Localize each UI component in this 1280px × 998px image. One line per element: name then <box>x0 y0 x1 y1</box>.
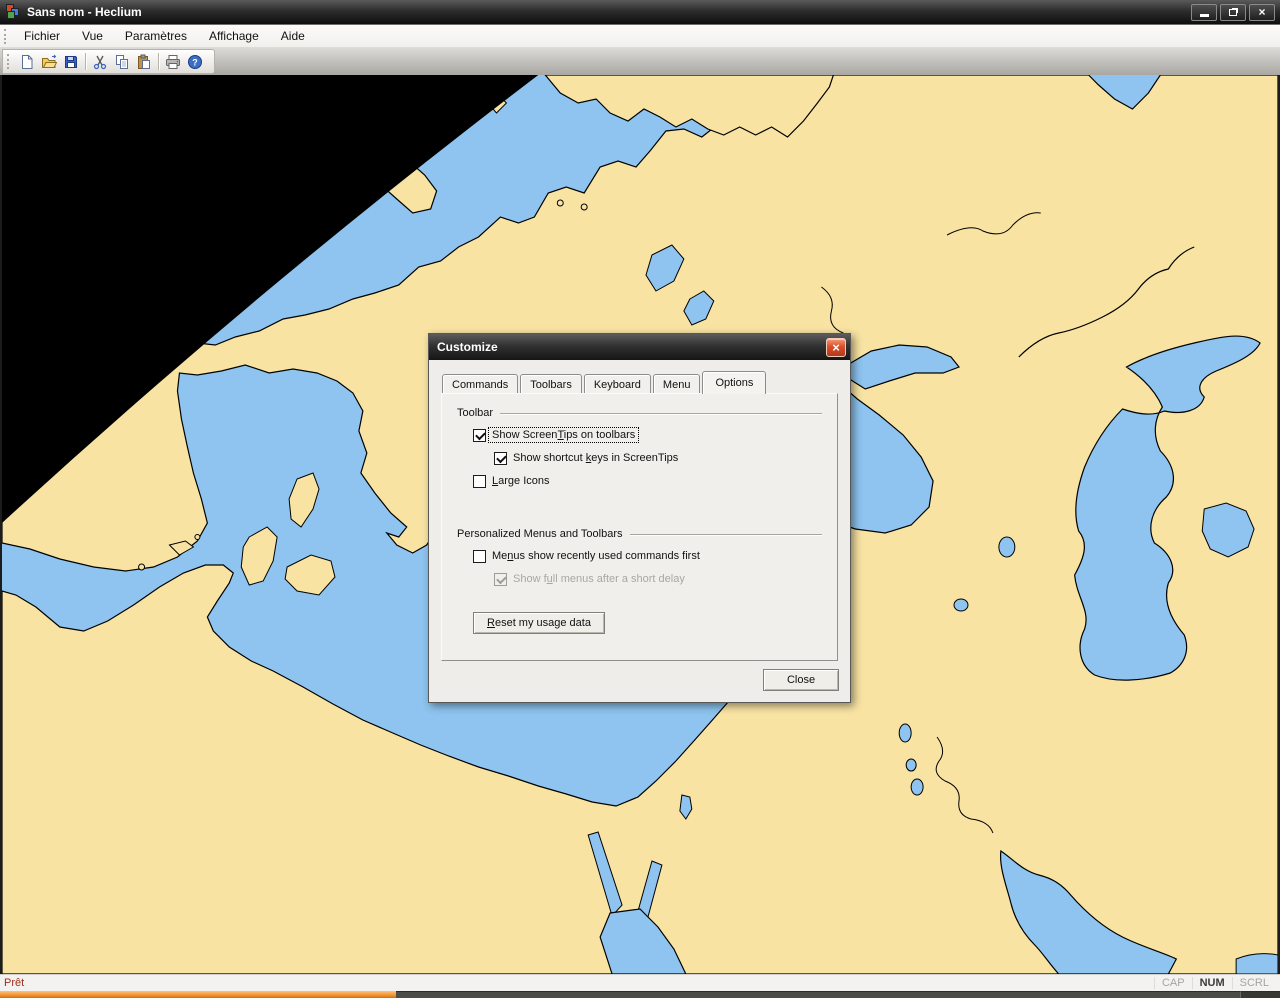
menu-item-fichier[interactable]: Fichier <box>13 26 71 46</box>
save-icon <box>65 55 77 68</box>
print-icon <box>166 54 180 69</box>
app-icon <box>5 4 21 20</box>
gulf-of-oman <box>1235 953 1278 974</box>
copy-button[interactable] <box>111 51 133 72</box>
group-divider <box>500 412 822 414</box>
tab-options[interactable]: Options <box>702 371 767 394</box>
group-personalized-label: Personalized Menus and Toolbars <box>457 528 623 540</box>
checkbox-row: Show ScreenTips on toolbars <box>473 427 822 443</box>
keylock-indicator-scrl: SCRL <box>1231 977 1276 989</box>
options-tab-page: Toolbar Show ScreenTips on toolbars Show … <box>441 393 838 661</box>
keylock-indicator-num: NUM <box>1191 977 1232 989</box>
restore-icon <box>1229 8 1237 16</box>
group-toolbar: Toolbar <box>457 407 822 419</box>
window-title: Sans nom - Heclium <box>27 5 142 19</box>
lake <box>898 723 912 743</box>
checkbox-label[interactable]: Large Icons <box>489 474 553 488</box>
land-island <box>138 563 146 571</box>
checkbox[interactable] <box>473 549 486 563</box>
checkbox-label[interactable]: Show shortcut keys in ScreenTips <box>510 451 681 465</box>
toolbar-separator <box>85 53 86 70</box>
lake-urmia <box>998 536 1016 558</box>
tab-keyboard[interactable]: Keyboard <box>583 374 651 393</box>
customize-dialog: Customize × Commands Toolbars Keyboard Menu… <box>428 333 851 703</box>
tab-menu[interactable]: Menu <box>652 374 701 393</box>
menu-grip[interactable] <box>4 28 9 44</box>
minimize-icon <box>1199 14 1209 17</box>
checkbox-row: Show full menus after a short delay <box>494 572 822 586</box>
bottom-edge-corner <box>1240 991 1280 998</box>
svg-text:?: ? <box>192 57 198 67</box>
toolbar-separator <box>158 53 159 70</box>
restore-button[interactable] <box>1220 3 1246 21</box>
close-window-button[interactable]: × <box>1249 3 1275 21</box>
bottom-edge-orange <box>0 991 396 998</box>
print-button[interactable] <box>162 51 184 72</box>
bottom-edge-dark <box>396 991 1240 998</box>
lake-van <box>953 598 969 612</box>
dialog-tab-strip: Commands Toolbars Keyboard Menu Options <box>429 360 850 394</box>
paste-button[interactable] <box>133 51 155 72</box>
dialog-title-bar[interactable]: Customize × <box>429 334 850 360</box>
application-window: { "window": { "title": "Sans nom - Hecli… <box>0 0 1280 998</box>
title-bar: Sans nom - Heclium × <box>0 0 1280 25</box>
checkbox[interactable] <box>473 428 486 442</box>
minimize-button[interactable] <box>1191 3 1217 21</box>
tab-toolbars[interactable]: Toolbars <box>520 374 582 393</box>
status-bar: Prêt CAP NUM SCRL <box>0 974 1280 991</box>
menu-item-paramtres[interactable]: Paramètres <box>114 26 198 46</box>
keylock-indicator-cap: CAP <box>1153 977 1192 989</box>
checkbox-row: Large Icons <box>473 474 822 488</box>
checkbox-row: Menus show recently used commands first <box>473 549 822 563</box>
checkbox-row: Show shortcut keys in ScreenTips <box>494 451 822 465</box>
new-document-icon <box>22 54 33 69</box>
lake <box>905 758 917 772</box>
group-personalized: Personalized Menus and Toolbars <box>457 528 822 540</box>
reset-usage-button[interactable]: Reset my usage data <box>473 612 605 634</box>
help-button[interactable]: ? <box>184 51 206 72</box>
checkbox[interactable] <box>473 474 486 488</box>
help-icon: ? <box>188 54 202 69</box>
open-file-button[interactable] <box>38 51 60 72</box>
land-island <box>194 534 201 540</box>
copy-icon <box>116 54 128 69</box>
checkbox-label[interactable]: Menus show recently used commands first <box>489 549 703 563</box>
land-island <box>580 203 588 211</box>
toolbar-row: ? <box>0 48 1280 75</box>
checkbox <box>494 572 507 586</box>
menu-item-aide[interactable]: Aide <box>270 26 316 46</box>
lake <box>910 778 924 796</box>
group-divider <box>629 533 822 535</box>
bottom-window-edge <box>0 991 1280 998</box>
dialog-close-button[interactable]: Close <box>763 669 839 691</box>
status-message: Prêt <box>4 977 25 989</box>
open-folder-icon <box>42 54 57 68</box>
save-button[interactable] <box>60 51 82 72</box>
toolbar: ? <box>2 49 215 74</box>
cut-icon <box>93 55 107 69</box>
checkbox-label: Show full menus after a short delay <box>513 573 685 585</box>
checkbox[interactable] <box>494 451 507 465</box>
menu-item-affichage[interactable]: Affichage <box>198 26 270 46</box>
paste-icon <box>138 54 150 69</box>
land-island <box>556 199 564 207</box>
group-toolbar-label: Toolbar <box>457 407 494 419</box>
dialog-title: Customize <box>437 340 498 354</box>
checkbox-label[interactable]: Show ScreenTips on toolbars <box>487 427 640 443</box>
dialog-close-icon[interactable]: × <box>826 337 846 357</box>
new-document-button[interactable] <box>16 51 38 72</box>
toolbar-grip[interactable] <box>7 54 12 69</box>
menu-bar: Fichier Vue Paramètres Affichage Aide <box>0 25 1280 48</box>
cut-button[interactable] <box>89 51 111 72</box>
tab-commands[interactable]: Commands <box>442 374 519 393</box>
menu-item-vue[interactable]: Vue <box>71 26 114 46</box>
